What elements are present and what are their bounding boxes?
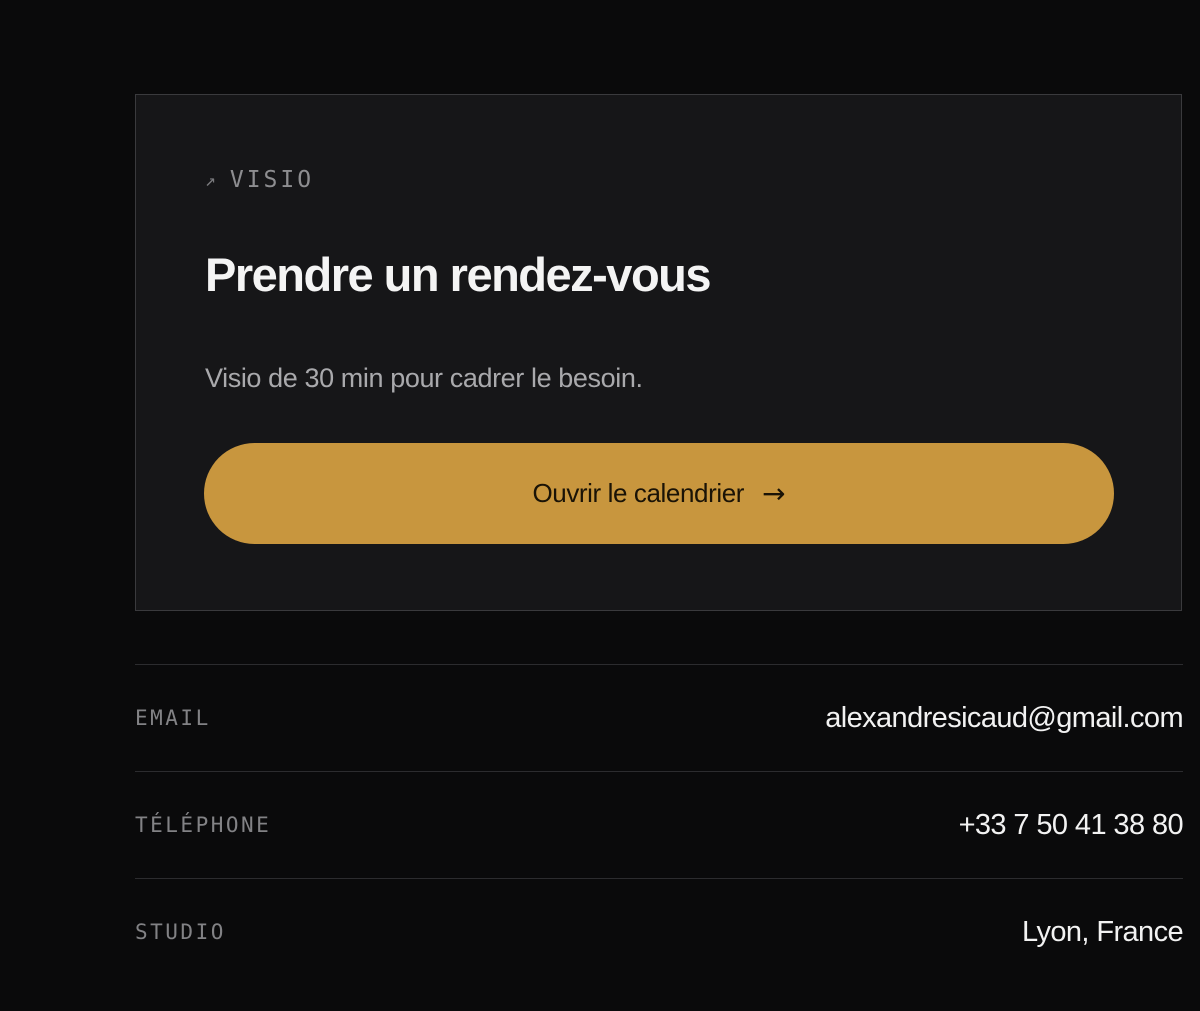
- studio-label: STUDIO: [135, 920, 226, 944]
- eyebrow: ↗ VISIO: [205, 167, 314, 193]
- email-link[interactable]: alexandresicaud@gmail.com: [825, 702, 1183, 735]
- arrow-up-right-icon: ↗: [205, 169, 216, 191]
- card-description: Visio de 30 min pour cadrer le besoin.: [205, 363, 643, 393]
- arrow-right-icon: →: [762, 476, 786, 510]
- booking-card: ↗ VISIO Prendre un rendez-vous Visio de …: [135, 94, 1182, 611]
- studio-location: Lyon, France: [1022, 915, 1184, 948]
- email-row: EMAIL alexandresicaud@gmail.com: [135, 664, 1184, 771]
- phone-row: TÉLÉPHONE +33 7 50 41 38 80: [135, 771, 1184, 878]
- card-title: Prendre un rendez-vous: [205, 248, 712, 301]
- eyebrow-label: VISIO: [229, 167, 315, 193]
- email-label: EMAIL: [135, 706, 211, 730]
- contact-info-list: EMAIL alexandresicaud@gmail.com TÉLÉPHON…: [135, 664, 1184, 985]
- phone-label: TÉLÉPHONE: [135, 813, 272, 837]
- open-calendar-button[interactable]: Ouvrir le calendrier →: [204, 443, 1114, 544]
- phone-link[interactable]: +33 7 50 41 38 80: [959, 809, 1184, 842]
- contact-page: ↗ VISIO Prendre un rendez-vous Visio de …: [0, 0, 1200, 1011]
- open-calendar-label: Ouvrir le calendrier: [532, 478, 745, 508]
- studio-row: STUDIO Lyon, France: [135, 878, 1184, 985]
